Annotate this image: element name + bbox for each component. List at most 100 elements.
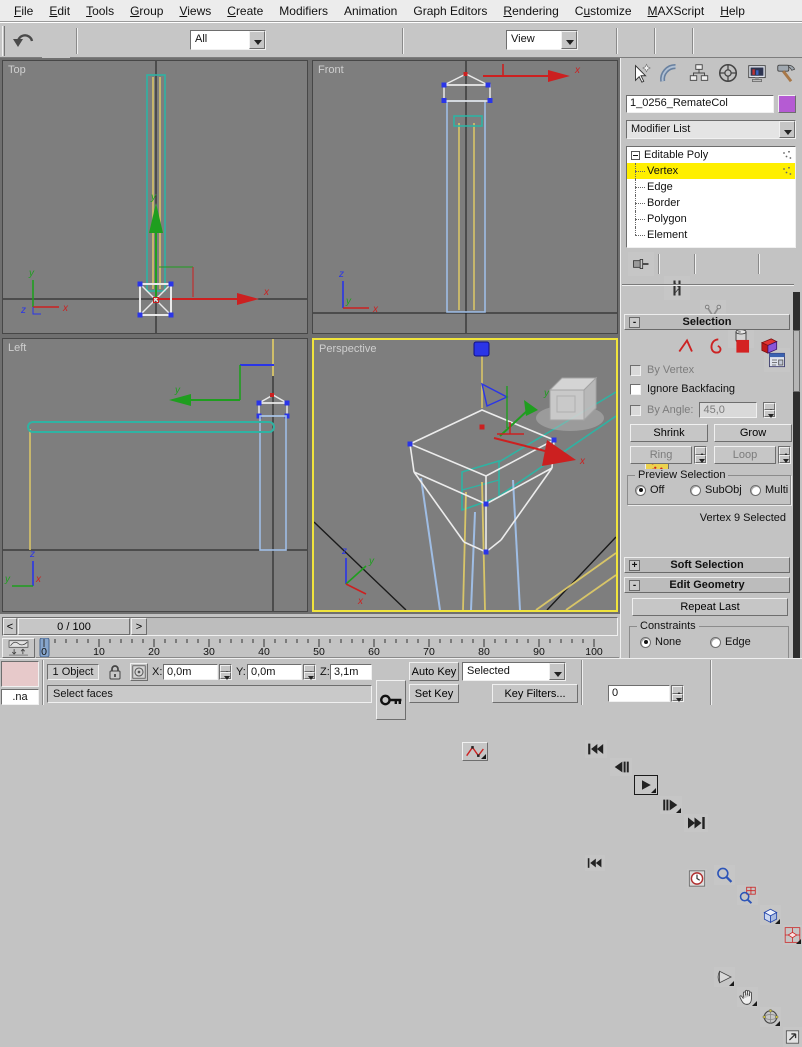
modifier-stack-item-edge[interactable]: Edge <box>627 179 795 195</box>
edge-subobject-icon[interactable] <box>676 337 698 355</box>
key-filters-button[interactable]: Key Filters... <box>492 684 578 703</box>
menu-customize[interactable]: Customize <box>567 2 640 20</box>
modifier-stack-item-polygon[interactable]: Polygon <box>627 211 795 227</box>
viewport-front-label[interactable]: Front <box>318 64 344 76</box>
collapse-box-icon[interactable] <box>631 151 640 160</box>
viewport-left-label[interactable]: Left <box>8 342 26 354</box>
preview-off-radio[interactable]: Off <box>635 484 664 496</box>
dropdown-arrow-icon[interactable] <box>249 31 265 49</box>
auto-key-button[interactable]: Auto Key <box>409 662 459 681</box>
current-frame-field[interactable]: 0 <box>608 685 670 702</box>
menu-views[interactable]: Views <box>171 2 219 20</box>
menu-modifiers[interactable]: Modifiers <box>271 2 336 20</box>
field-of-view-icon[interactable] <box>714 967 735 987</box>
listener-text-field[interactable]: .na <box>1 689 39 705</box>
dropdown-arrow-icon[interactable] <box>549 663 565 680</box>
create-tab-icon[interactable] <box>627 60 655 86</box>
modifier-stack-root[interactable]: Editable Poly <box>627 147 795 163</box>
menu-file[interactable]: File <box>6 2 41 20</box>
viewport-left[interactable]: Left y z y x <box>2 338 308 612</box>
menu-create[interactable]: Create <box>219 2 271 20</box>
preview-multi-radio[interactable]: Multi <box>750 484 788 496</box>
modifier-stack-item-vertex[interactable]: Vertex <box>627 163 795 179</box>
modifier-stack-item-border[interactable]: Border <box>627 195 795 211</box>
motion-tab-icon[interactable] <box>714 60 742 86</box>
viewport-top-label[interactable]: Top <box>8 64 26 76</box>
set-keys-button[interactable] <box>376 680 406 720</box>
constraint-none-radio[interactable]: None <box>640 636 681 648</box>
previous-frame-icon[interactable] <box>610 758 632 776</box>
maxscript-mini-listener[interactable] <box>1 661 39 687</box>
element-subobject-icon[interactable] <box>758 337 780 355</box>
zoom-all-icon[interactable] <box>737 885 758 905</box>
key-mode-toggle-icon[interactable] <box>585 855 605 871</box>
loop-button[interactable]: Loop <box>714 446 776 464</box>
object-name-field[interactable]: 1_0256_RemateCol <box>626 95 774 113</box>
viewport-top[interactable]: Top x y y x <box>2 60 308 334</box>
polygon-subobject-icon[interactable] <box>732 337 754 355</box>
by-vertex-checkbox[interactable] <box>630 365 641 376</box>
modify-tab-icon[interactable] <box>656 60 684 86</box>
edit-geometry-rollout-header[interactable]: - Edit Geometry <box>624 577 790 593</box>
show-end-result-icon[interactable] <box>664 276 690 300</box>
x-spinner[interactable] <box>219 664 232 680</box>
loop-spinner[interactable] <box>778 446 791 464</box>
mini-curve-editor-icon[interactable] <box>2 638 35 658</box>
panel-scrollbar[interactable] <box>793 292 800 658</box>
reference-coordsys-dropdown[interactable]: View <box>506 30 578 50</box>
pin-stack-icon[interactable] <box>628 252 654 276</box>
go-to-end-icon[interactable] <box>684 814 708 832</box>
by-angle-field[interactable]: 45,0 <box>699 402 757 418</box>
modifier-stack-item-element[interactable]: Element <box>627 227 795 243</box>
zoom-icon[interactable] <box>714 865 735 885</box>
next-frame-icon[interactable] <box>660 796 682 814</box>
undo-icon[interactable] <box>10 26 38 54</box>
ring-spinner[interactable] <box>694 446 707 464</box>
viewport-perspective-label[interactable]: Perspective <box>319 343 376 355</box>
set-key-button[interactable]: Set Key <box>409 684 459 703</box>
selection-rollout-header[interactable]: - Selection <box>624 314 790 330</box>
selection-lock-icon[interactable] <box>106 663 124 681</box>
go-to-start-icon[interactable] <box>585 740 607 758</box>
z-coordinate-field[interactable]: 3,1m <box>330 664 372 680</box>
frame-spinner[interactable] <box>671 685 684 702</box>
hierarchy-tab-icon[interactable] <box>685 60 713 86</box>
ignore-backfacing-checkbox[interactable] <box>630 384 641 395</box>
constraint-edge-radio[interactable]: Edge <box>710 636 751 648</box>
absolute-mode-transform-icon[interactable] <box>130 663 148 681</box>
object-color-swatch[interactable] <box>778 95 796 113</box>
menu-graph-editors[interactable]: Graph Editors <box>405 2 495 20</box>
default-tangents-icon[interactable] <box>462 742 488 761</box>
toolbar-grip[interactable] <box>2 26 5 56</box>
time-slider-prev-button[interactable]: < <box>3 618 17 635</box>
zoom-extents-icon[interactable] <box>760 905 781 925</box>
collapse-icon[interactable]: - <box>629 580 640 591</box>
time-slider-next-button[interactable]: > <box>131 618 147 635</box>
arc-rotate-icon[interactable] <box>760 1007 781 1027</box>
shrink-button[interactable]: Shrink <box>630 424 708 442</box>
menu-animation[interactable]: Animation <box>336 2 405 20</box>
modifier-list-dropdown[interactable]: Modifier List <box>626 120 796 139</box>
dropdown-arrow-icon[interactable] <box>779 121 795 138</box>
key-filter-scope-dropdown[interactable]: Selected <box>462 662 566 681</box>
preview-subobj-radio[interactable]: SubObj <box>690 484 742 496</box>
scrollbar-thumb[interactable] <box>793 330 800 392</box>
menu-tools[interactable]: Tools <box>78 2 122 20</box>
x-coordinate-field[interactable]: 0,0m <box>163 664 218 680</box>
time-configuration-icon[interactable] <box>687 869 707 888</box>
expand-icon[interactable]: + <box>629 560 640 571</box>
ring-button[interactable]: Ring <box>630 446 692 464</box>
by-angle-spinner[interactable] <box>763 402 776 418</box>
border-subobject-icon[interactable] <box>704 337 726 355</box>
play-animation-icon[interactable] <box>634 775 658 795</box>
dropdown-arrow-icon[interactable] <box>561 31 577 49</box>
menu-help[interactable]: Help <box>712 2 753 20</box>
repeat-last-button[interactable]: Repeat Last <box>632 598 788 616</box>
y-coordinate-field[interactable]: 0,0m <box>247 664 302 680</box>
time-slider-handle[interactable]: 0 / 100 <box>18 618 130 635</box>
grow-button[interactable]: Grow <box>714 424 792 442</box>
collapse-icon[interactable]: - <box>629 317 640 328</box>
viewport-perspective[interactable]: Perspective <box>312 338 618 612</box>
soft-selection-rollout-header[interactable]: + Soft Selection <box>624 557 790 573</box>
zoom-extents-all-icon[interactable] <box>783 925 802 945</box>
